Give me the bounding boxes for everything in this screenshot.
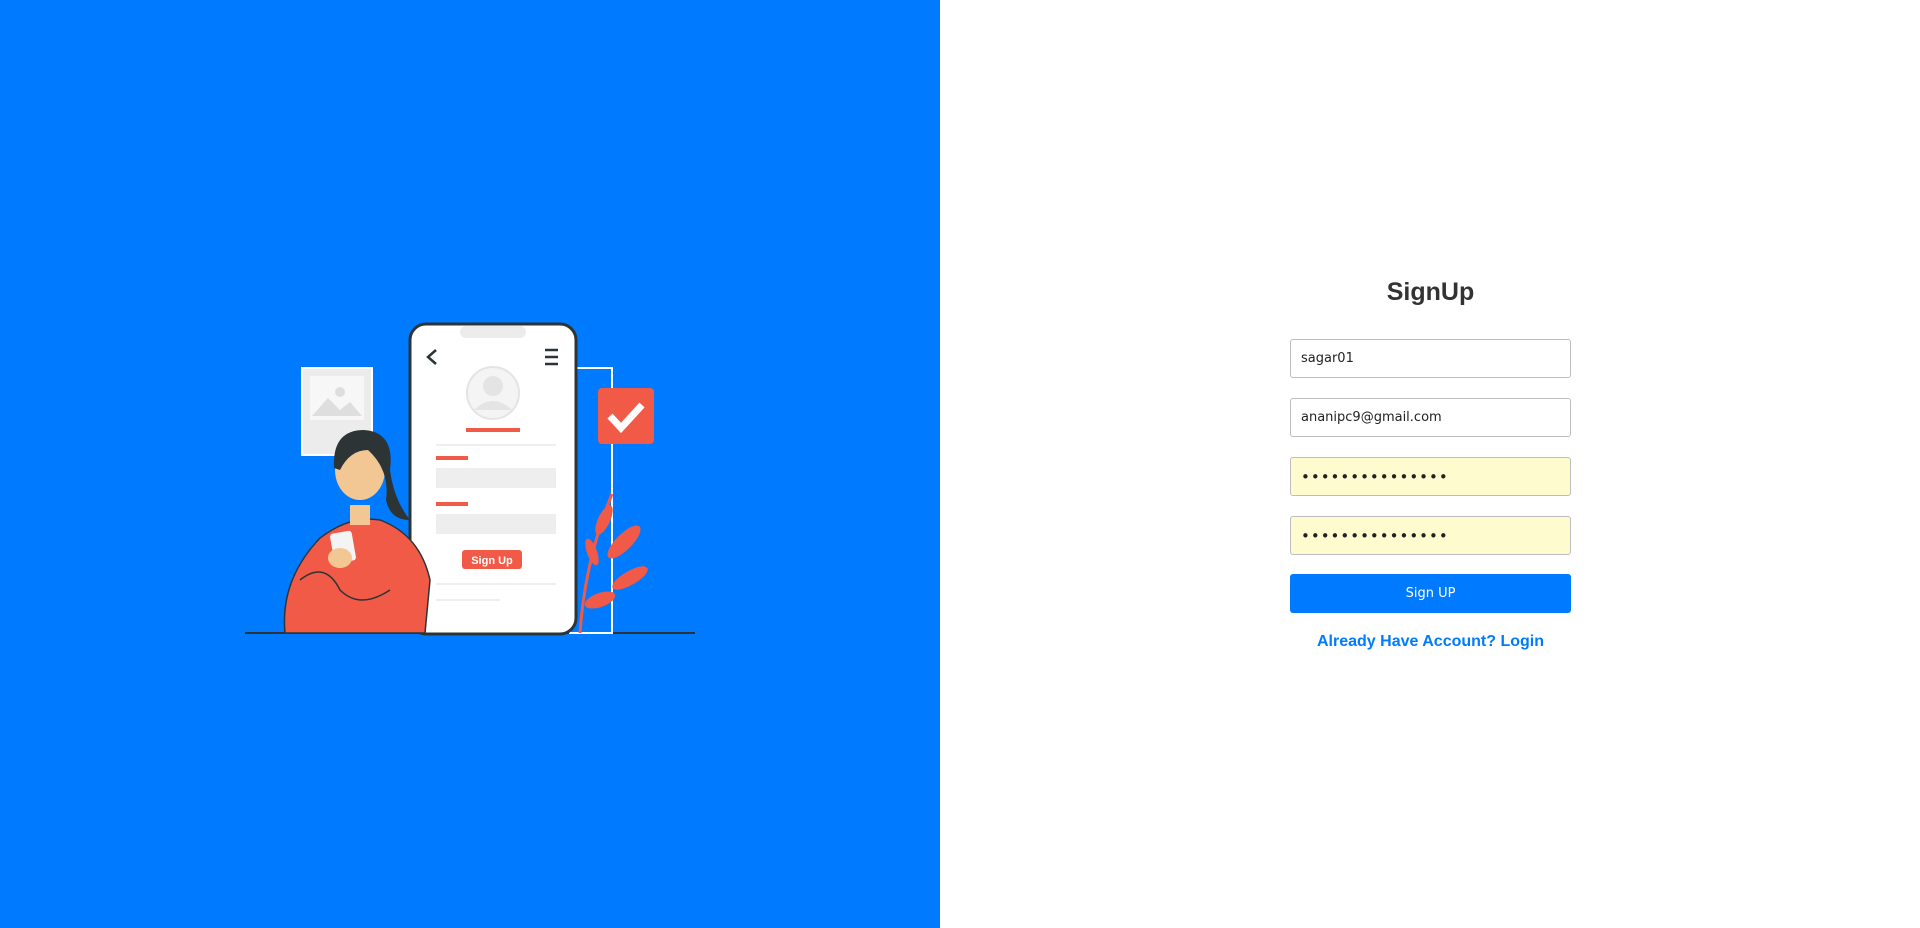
signup-form: SignUp Sign UP Already Have Account? Log… (1290, 273, 1571, 651)
phone-signup-label: Sign Up (471, 555, 513, 567)
phone-notch (460, 326, 526, 338)
username-input[interactable] (1290, 339, 1571, 378)
woman-figure (283, 430, 431, 634)
form-panel: SignUp Sign UP Already Have Account? Log… (940, 0, 1920, 928)
signup-illustration: Sign Up (245, 322, 695, 636)
phone-field-2 (436, 514, 556, 534)
signup-button[interactable]: Sign UP (1290, 574, 1571, 613)
plant-decoration (578, 493, 648, 634)
email-input[interactable] (1290, 398, 1571, 437)
confirm-password-input[interactable] (1290, 516, 1571, 555)
check-icon (598, 388, 654, 444)
phone-field-1 (436, 468, 556, 488)
login-link[interactable]: Already Have Account? Login (1290, 633, 1571, 651)
page-title: SignUp (1386, 278, 1475, 306)
illustration-panel: Sign Up (0, 0, 940, 928)
password-input[interactable] (1290, 457, 1571, 496)
